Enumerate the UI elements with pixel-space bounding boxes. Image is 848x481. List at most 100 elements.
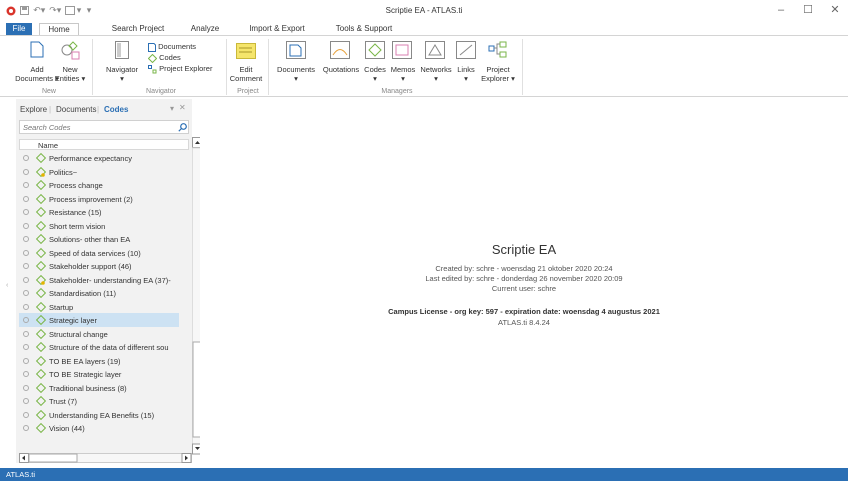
code-item[interactable]: Short term vision — [19, 219, 179, 233]
collapse-panel-icon[interactable]: ‹ — [6, 282, 8, 289]
code-select-radio[interactable] — [23, 303, 29, 310]
new-entities-label-2: Entities — [54, 74, 80, 83]
navigator-button[interactable]: Navigator ▾ — [102, 65, 142, 83]
quotations-manager-button[interactable]: Quotations — [318, 65, 364, 74]
code-item[interactable]: Process improvement (2) — [19, 192, 179, 206]
code-select-radio[interactable] — [23, 222, 29, 229]
code-diamond-icon — [36, 315, 46, 325]
search-icon[interactable] — [178, 123, 187, 132]
code-diamond-icon — [36, 328, 46, 339]
code-select-radio[interactable] — [23, 425, 29, 431]
nav-documents-button[interactable]: Documents — [148, 42, 218, 52]
title-bar: ↶ ▾ ↷ ▾ ▾ ▾ Scriptie EA - ATLAS.ti – ☐ ✕ — [0, 0, 848, 22]
code-label: Politics~ — [49, 167, 78, 177]
code-item[interactable]: Structural change — [19, 327, 179, 341]
nav-project-explorer-button[interactable]: Project Explorer — [148, 64, 228, 74]
project-explorer-manager-icon — [488, 41, 508, 61]
maximize-icon[interactable]: ☐ — [797, 3, 819, 17]
code-item[interactable]: Politics~ — [19, 165, 179, 179]
code-select-radio[interactable] — [23, 276, 29, 283]
code-item[interactable]: Structure of the data of different sou — [19, 340, 179, 354]
code-item[interactable]: Resistance (15) — [19, 205, 179, 219]
edit-comment-button[interactable]: Edit Comment — [226, 65, 266, 83]
code-label: Structural change — [49, 329, 108, 339]
code-label: Understanding EA Benefits (15) — [49, 410, 155, 420]
close-icon[interactable]: ✕ — [824, 3, 846, 17]
code-label: Process change — [49, 181, 103, 190]
code-select-radio[interactable] — [23, 290, 29, 296]
code-select-radio[interactable] — [23, 209, 29, 215]
code-item[interactable]: Understanding EA Benefits (15) — [19, 408, 179, 422]
new-entities-button[interactable]: New Entities ▾ — [48, 65, 92, 83]
navigator-panel: Explore | Documents | Codes ▾ ✕ Name Per… — [16, 99, 203, 463]
code-label: Resistance (15) — [49, 208, 102, 217]
memos-manager-icon — [392, 41, 412, 61]
version-text: ATLAS.ti 8.4.24 — [498, 318, 550, 327]
code-item[interactable]: Stakeholder support (46) — [19, 259, 179, 273]
code-select-radio[interactable] — [23, 384, 29, 391]
code-select-radio[interactable] — [23, 398, 29, 404]
code-item[interactable]: Standardisation (11) — [19, 286, 179, 300]
networks-manager-button[interactable]: Networks ▾ — [418, 65, 454, 83]
code-item[interactable]: Vision (44) — [19, 421, 179, 435]
code-diamond-icon — [36, 193, 46, 204]
quotations-manager-icon — [330, 41, 350, 61]
status-bar: ATLAS.ti — [0, 468, 848, 481]
code-item[interactable]: Strategic layer — [19, 313, 179, 327]
code-select-radio[interactable] — [23, 155, 29, 161]
panel-close-icon[interactable]: ✕ — [179, 103, 186, 112]
networks-manager-label: Networks — [420, 65, 452, 74]
code-diamond-icon — [36, 396, 46, 406]
panel-tab-documents[interactable]: Documents — [56, 105, 96, 114]
code-item[interactable]: Trust (7) — [19, 394, 179, 408]
minimize-icon[interactable]: – — [770, 3, 792, 17]
documents-manager-icon — [286, 41, 306, 61]
code-select-radio[interactable] — [23, 330, 29, 337]
panel-tab-codes[interactable]: Codes — [104, 105, 128, 114]
code-select-radio[interactable] — [23, 263, 29, 269]
code-item[interactable]: Stakeholder- understanding EA (37)- — [19, 273, 179, 287]
code-label: Short term vision — [49, 221, 106, 231]
code-item[interactable]: Speed of data services (10) — [19, 246, 179, 260]
nav-codes-button[interactable]: Codes — [147, 53, 218, 63]
code-select-radio[interactable] — [23, 357, 29, 364]
code-item[interactable]: Startup — [19, 300, 179, 314]
code-item[interactable]: TO BE Strategic layer — [19, 367, 179, 381]
memos-manager-button[interactable]: Memos ▾ — [388, 65, 418, 83]
codes-manager-button[interactable]: Codes ▾ — [360, 65, 390, 83]
search-codes-input[interactable] — [20, 121, 170, 133]
code-select-radio[interactable] — [23, 344, 29, 350]
code-diamond-icon — [36, 288, 46, 298]
code-label: Performance expectancy — [49, 154, 132, 163]
code-label: Solutions- other than EA — [49, 235, 131, 244]
code-select-radio[interactable] — [23, 168, 29, 175]
code-label: TO BE EA layers (19) — [49, 356, 121, 366]
code-list: Performance expectancy Politics~ Process c… — [19, 151, 179, 451]
nav-project-explorer-label: Project Explorer — [159, 64, 213, 73]
code-select-radio[interactable] — [23, 411, 29, 418]
code-select-radio[interactable] — [23, 249, 29, 256]
panel-menu-icon[interactable]: ▾ — [170, 104, 174, 113]
code-select-radio[interactable] — [23, 317, 29, 323]
code-select-radio[interactable] — [23, 371, 29, 377]
code-item[interactable]: TO BE EA layers (19) — [19, 354, 179, 368]
code-select-radio[interactable] — [23, 195, 29, 202]
column-header-name[interactable]: Name — [19, 139, 189, 150]
documents-manager-button[interactable]: Documents ▾ — [273, 65, 319, 83]
code-item[interactable]: Traditional business (8) — [19, 381, 179, 395]
search-box — [19, 120, 189, 134]
comment-indicator-icon — [41, 172, 45, 177]
code-diamond-icon — [36, 355, 46, 366]
links-manager-button[interactable]: Links ▾ — [452, 65, 480, 83]
code-select-radio[interactable] — [23, 182, 29, 188]
project-explorer-manager-label: Project — [486, 65, 510, 74]
code-item[interactable]: Solutions- other than EA — [19, 232, 179, 246]
group-label-new: New — [41, 88, 56, 95]
code-item[interactable]: Process change — [19, 178, 179, 192]
panel-tab-explore[interactable]: Explore — [20, 105, 47, 114]
code-select-radio[interactable] — [23, 236, 29, 242]
code-item[interactable]: Performance expectancy — [19, 151, 179, 165]
project-explorer-manager-button[interactable]: Project Explorer ▾ — [478, 65, 518, 83]
links-manager-label: Links — [457, 65, 475, 74]
horizontal-scrollbar[interactable] — [19, 453, 192, 463]
